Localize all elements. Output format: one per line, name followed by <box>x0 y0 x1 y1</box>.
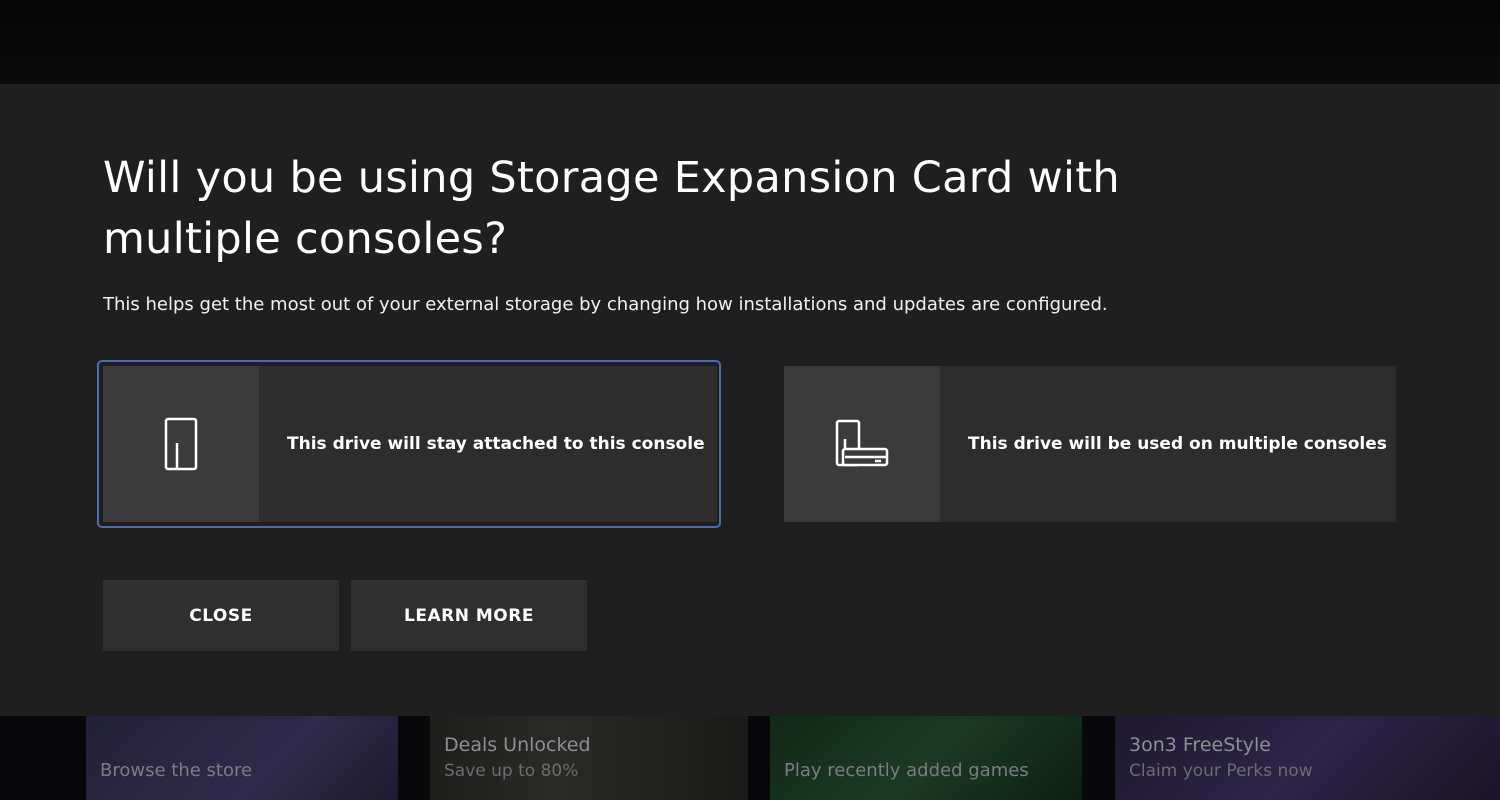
tile-title: Browse the store <box>100 760 253 781</box>
tile-title: Play recently added games <box>784 760 1029 781</box>
learn-more-button[interactable]: LEARN MORE <box>351 580 587 651</box>
storage-expansion-dialog: Will you be using Storage Expansion Card… <box>0 84 1500 716</box>
multiple-consoles-icon <box>835 419 889 467</box>
tile-recently-added[interactable]: Play recently added games <box>770 716 1082 800</box>
tile-title: Deals Unlocked <box>444 734 591 756</box>
option-stay-attached[interactable]: This drive will stay attached to this co… <box>103 366 717 522</box>
tile-title: 3on3 FreeStyle <box>1129 734 1271 756</box>
background-tiles-row: Browse the store Deals Unlocked Save up … <box>0 716 1500 800</box>
option-label: This drive will be used on multiple cons… <box>968 434 1387 454</box>
dialog-description: This helps get the most out of your exte… <box>103 294 1108 315</box>
background-top <box>0 0 1500 84</box>
console-icon <box>164 417 198 471</box>
option-multiple-consoles[interactable]: This drive will be used on multiple cons… <box>784 366 1396 522</box>
option-label: This drive will stay attached to this co… <box>287 434 705 454</box>
tile-subtitle: Save up to 80% <box>444 761 579 781</box>
tile-3on3-freestyle[interactable]: 3on3 FreeStyle Claim your Perks now <box>1115 716 1500 800</box>
tile-subtitle: Claim your Perks now <box>1129 761 1313 781</box>
option-icon-box <box>103 366 259 522</box>
option-icon-box <box>784 366 940 522</box>
tile-browse-store[interactable]: Browse the store <box>86 716 398 800</box>
tile-deals-unlocked[interactable]: Deals Unlocked Save up to 80% <box>430 716 748 800</box>
dialog-title: Will you be using Storage Expansion Card… <box>103 153 1120 264</box>
screen: Browse the store Deals Unlocked Save up … <box>0 0 1500 800</box>
close-button[interactable]: CLOSE <box>103 580 339 651</box>
